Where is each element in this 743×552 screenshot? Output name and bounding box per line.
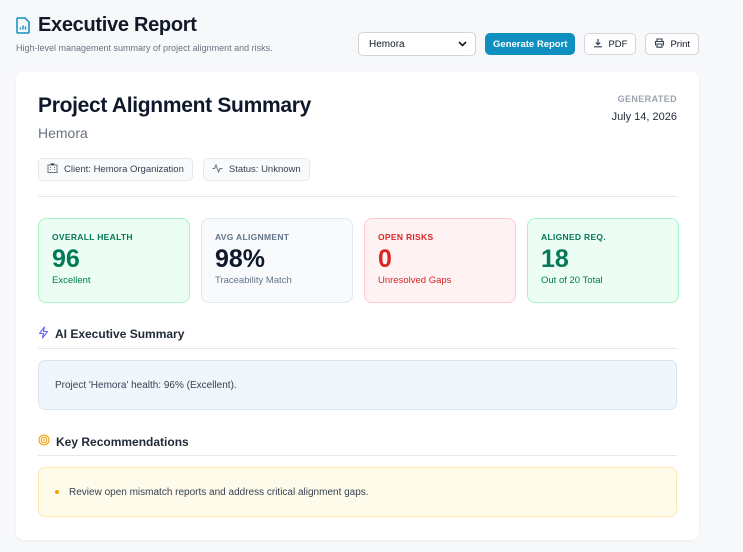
ai-summary-text: Project 'Hemora' health: 96% (Excellent)… xyxy=(55,379,237,391)
metric-label: AVG ALIGNMENT xyxy=(215,232,290,242)
page-title: Executive Report xyxy=(38,14,197,36)
ai-summary-divider xyxy=(38,348,677,349)
project-select-value: Hemora xyxy=(369,38,405,50)
recommendations-divider xyxy=(38,455,677,456)
zap-icon xyxy=(38,326,49,342)
metric-sub: Out of 20 Total xyxy=(541,275,603,286)
metrics-row: OVERALL HEALTH 96 Excellent AVG ALIGNMEN… xyxy=(38,218,679,303)
metric-label: OVERALL HEALTH xyxy=(52,232,133,242)
status-chip: Status: Unknown xyxy=(202,158,310,181)
metric-card-overall-health: OVERALL HEALTH 96 Excellent xyxy=(38,218,190,303)
metric-card-aligned-req: ALIGNED REQ. 18 Out of 20 Total xyxy=(527,218,679,303)
metric-sub: Traceability Match xyxy=(215,275,292,286)
generated-label: GENERATED xyxy=(617,94,677,104)
ai-summary-heading: AI Executive Summary xyxy=(38,326,184,342)
client-chip-label: Client: Hemora Organization xyxy=(64,164,184,175)
ai-summary-box: Project 'Hemora' health: 96% (Excellent)… xyxy=(38,360,677,410)
pdf-button[interactable]: PDF xyxy=(584,33,637,55)
status-chip-label: Status: Unknown xyxy=(228,164,301,175)
recommendations-title: Key Recommendations xyxy=(56,434,189,449)
project-name: Hemora xyxy=(38,125,88,141)
activity-icon xyxy=(212,163,223,176)
target-icon xyxy=(38,434,50,449)
page-subtitle: High-level management summary of project… xyxy=(16,43,273,53)
print-button[interactable]: Print xyxy=(645,33,699,55)
generated-date: July 14, 2026 xyxy=(611,111,677,123)
report-card: Project Alignment Summary Hemora GENERAT… xyxy=(16,72,699,540)
client-chip: Client: Hemora Organization xyxy=(38,158,193,181)
generated-info: GENERATED July 14, 2026 xyxy=(612,94,677,123)
metric-card-avg-alignment: AVG ALIGNMENT 98% Traceability Match xyxy=(201,218,353,303)
bullet-dot xyxy=(55,490,59,494)
metric-value: 96 xyxy=(52,245,80,273)
recommendations-box: Review open mismatch reports and address… xyxy=(38,467,677,517)
metric-label: ALIGNED REQ. xyxy=(541,232,606,242)
page-header: Executive Report High-level management s… xyxy=(16,14,273,53)
building-icon xyxy=(47,163,58,176)
print-button-label: Print xyxy=(670,38,690,50)
metric-label: OPEN RISKS xyxy=(378,232,434,242)
printer-icon xyxy=(654,37,665,51)
toolbar: Hemora Generate Report PDF Print xyxy=(358,32,699,56)
metric-value: 0 xyxy=(378,245,392,273)
generate-report-button[interactable]: Generate Report xyxy=(485,33,576,55)
ai-summary-title: AI Executive Summary xyxy=(55,327,185,341)
project-select[interactable]: Hemora xyxy=(358,32,477,56)
metric-sub: Unresolved Gaps xyxy=(378,275,452,286)
download-icon xyxy=(593,38,603,51)
pdf-button-label: PDF xyxy=(608,38,628,50)
metric-sub: Excellent xyxy=(52,275,91,286)
metric-value: 18 xyxy=(541,245,569,273)
recommendations-heading: Key Recommendations xyxy=(38,434,189,449)
file-chart-icon xyxy=(16,16,32,35)
header-divider xyxy=(38,196,677,197)
metric-card-open-risks: OPEN RISKS 0 Unresolved Gaps xyxy=(364,218,516,303)
report-chips: Client: Hemora Organization Status: Unkn… xyxy=(38,158,310,181)
recommendation-item: Review open mismatch reports and address… xyxy=(69,486,369,498)
metric-value: 98% xyxy=(215,245,266,273)
report-title: Project Alignment Summary xyxy=(38,94,311,117)
chevron-down-icon xyxy=(458,39,467,50)
